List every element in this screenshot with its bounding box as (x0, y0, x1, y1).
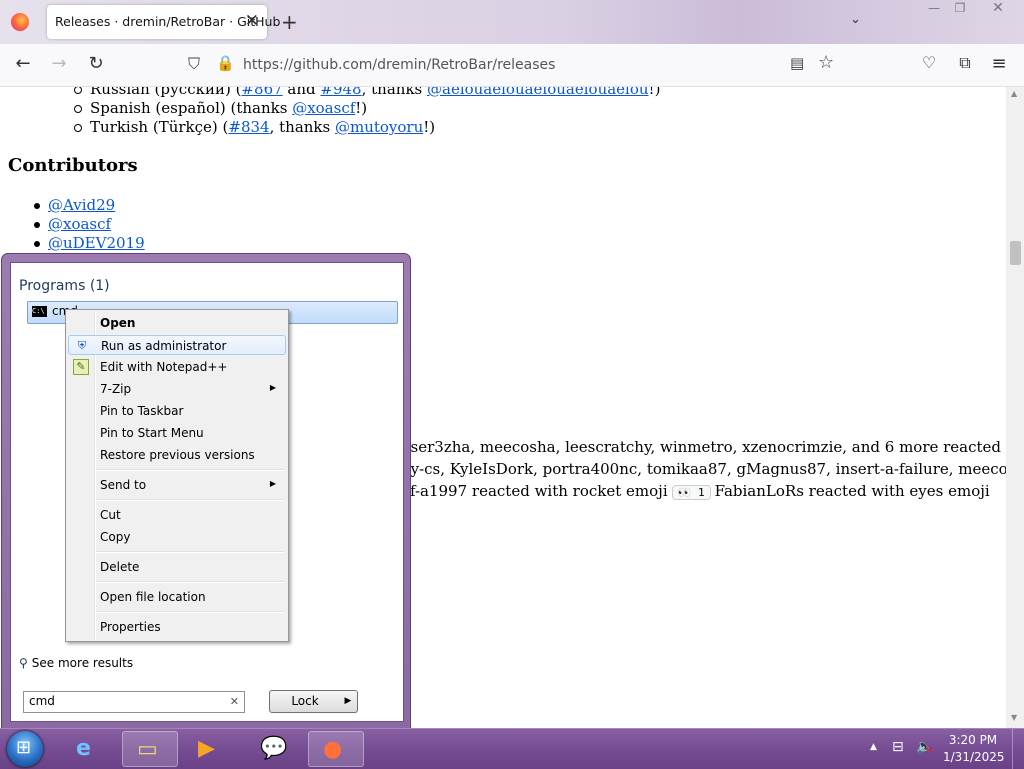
internet-explorer-icon: e (76, 736, 91, 761)
tracking-protection-shield-icon[interactable]: ⛉ (188, 54, 200, 74)
reaction-text-rocket-eyes: af-a1997 reacted with rocket emoji 👀 1 Fab… (401, 482, 990, 500)
translation-spanish: Spanish (español) (thanks @xoascf!) (74, 99, 367, 117)
translation-russian: Russian (русский) (#867 and #948, thanks… (74, 87, 660, 98)
media-player-icon: ▶ (198, 736, 215, 761)
show-desktop-button[interactable] (1012, 729, 1024, 769)
menu-item-run-as-administrator[interactable]: ⛨ Run as administrator (68, 335, 286, 355)
new-tab-button[interactable]: + (281, 10, 298, 34)
taskbar-media-player[interactable]: ▶ (184, 731, 240, 767)
context-menu: Open ⛨ Run as administrator ✎ Edit with … (65, 309, 289, 642)
contributor-item: @Avid29 (34, 196, 115, 214)
address-bar[interactable]: ⛉ 🔒 https://github.com/dremin/RetroBar/r… (178, 50, 846, 80)
reload-icon[interactable]: ↻ (85, 53, 107, 74)
notepad-plus-plus-icon: ✎ (73, 359, 89, 375)
taskbar-firefox[interactable]: ● (308, 731, 364, 767)
link-xoascf[interactable]: @xoascf (292, 99, 355, 117)
back-arrow-icon[interactable]: ← (12, 53, 34, 74)
list-all-tabs-button[interactable]: ⌄ (850, 12, 861, 27)
scroll-thumb[interactable] (1010, 241, 1021, 265)
clock-date[interactable]: 1/31/2025 (943, 750, 1005, 764)
menu-separator (96, 551, 284, 553)
menu-separator (96, 611, 284, 613)
tab-bar: Releases · dremin/RetroBar · GitHub ✕ + … (0, 0, 1024, 44)
link-867[interactable]: #867 (241, 87, 282, 98)
page-scrollbar[interactable]: ▲ ▼ (1006, 87, 1024, 728)
taskbar-windows-explorer[interactable]: ▭ (122, 731, 178, 767)
close-window-button[interactable]: ✕ (976, 0, 1020, 18)
menu-item-open[interactable]: Open (68, 313, 286, 333)
link-834[interactable]: #834 (228, 118, 269, 136)
taskbar-chat-app[interactable]: 💬 (246, 731, 302, 767)
submenu-arrow-icon: ▶ (269, 383, 276, 392)
folder-icon: ▭ (137, 737, 158, 762)
tab-close-icon[interactable]: ✕ (245, 11, 259, 31)
reaction-text-hooray: lly-cs, KyleIsDork, portra400nc, tomikaa… (401, 460, 1006, 478)
menu-item-delete[interactable]: Delete (68, 557, 286, 577)
hamburger-menu-icon[interactable]: ≡ (988, 53, 1010, 74)
active-tab[interactable]: Releases · dremin/RetroBar · GitHub ✕ (47, 5, 280, 39)
uac-shield-icon: ⛨ (77, 339, 87, 352)
clear-search-icon[interactable]: ✕ (230, 695, 239, 708)
navigation-toolbar: ← → ↻ ⛉ 🔒 https://github.com/dremin/Retr… (0, 44, 1024, 87)
extensions-icon[interactable]: ⧉ (954, 53, 976, 73)
link-948[interactable]: #948 (320, 87, 361, 98)
menu-separator (96, 469, 284, 471)
start-search-input[interactable]: cmd ✕ (23, 691, 245, 713)
taskbar: ⊞ e ▭ ▶ 💬 ● ▲ ⊟ 🔈 ✕ 3:20 PM 1/31/2025 (0, 728, 1024, 769)
contributor-link[interactable]: @xoascf (48, 215, 111, 233)
menu-item-pin-to-start-menu[interactable]: Pin to Start Menu (68, 423, 286, 443)
menu-separator (96, 581, 284, 583)
pocket-icon[interactable]: ♡ (918, 53, 940, 72)
see-more-results-link[interactable]: ⚲ See more results (19, 656, 133, 670)
submenu-arrow-icon: ▶ (269, 479, 276, 488)
contributor-link[interactable]: @Avid29 (48, 196, 115, 214)
clock-time[interactable]: 3:20 PM (943, 733, 1003, 747)
eyes-reaction-badge[interactable]: 👀 1 (671, 485, 711, 500)
menu-item-properties[interactable]: Properties (68, 617, 286, 637)
menu-separator (96, 499, 284, 501)
scroll-down-arrow-icon[interactable]: ▼ (1011, 713, 1017, 722)
windows-logo-icon: ⊞ (16, 737, 32, 758)
speech-bubble-icon: 💬 (260, 736, 288, 761)
lock-button[interactable]: Lock (269, 690, 341, 713)
search-value: cmd (29, 694, 55, 708)
firefox-logo-icon[interactable] (11, 13, 29, 31)
maximize-button[interactable]: ❐ (946, 0, 974, 18)
magnifier-icon: ⚲ (19, 656, 28, 670)
menu-item-pin-to-taskbar[interactable]: Pin to Taskbar (68, 401, 286, 421)
contributor-item: @xoascf (34, 215, 111, 233)
bookmark-star-icon[interactable]: ☆ (818, 52, 834, 73)
contributor-link[interactable]: @uDEV2019 (48, 234, 145, 252)
menu-item-open-file-location[interactable]: Open file location (68, 587, 286, 607)
menu-item-copy[interactable]: Copy (68, 527, 286, 547)
lock-icon[interactable]: 🔒 (216, 54, 235, 72)
reaction-text-thumbs: , ser3zha, meecosha, leescratchy, winmet… (401, 438, 1006, 456)
programs-group-label: Programs (1) (19, 278, 110, 294)
network-icon[interactable]: ⊟ (892, 739, 904, 755)
menu-item-restore-previous-versions[interactable]: Restore previous versions (68, 445, 286, 465)
url-text[interactable]: https://github.com/dremin/RetroBar/relea… (243, 57, 555, 73)
reader-view-icon[interactable]: ▤ (790, 54, 804, 72)
muted-x-icon: ✕ (925, 746, 933, 756)
firefox-icon: ● (323, 737, 343, 762)
scroll-up-arrow-icon[interactable]: ▲ (1011, 89, 1017, 98)
taskbar-internet-explorer[interactable]: e (62, 731, 118, 767)
command-prompt-icon: C:\ (32, 306, 47, 317)
show-hidden-icons-arrow-icon[interactable]: ▲ (870, 742, 877, 752)
minimize-button[interactable]: — (920, 0, 948, 18)
translation-turkish: Turkish (Türkçe) (#834, thanks @mutoyoru… (74, 118, 435, 136)
contributor-item: @uDEV2019 (34, 234, 145, 252)
menu-item-edit-with-notepad[interactable]: ✎ Edit with Notepad++ (68, 357, 286, 377)
power-options-arrow-icon[interactable]: ▶ (339, 690, 358, 713)
start-button[interactable]: ⊞ (7, 731, 43, 767)
forward-arrow-icon[interactable]: → (48, 53, 70, 74)
contributors-heading: Contributors (8, 155, 138, 176)
menu-item-cut[interactable]: Cut (68, 505, 286, 525)
menu-item-send-to[interactable]: Send to ▶ (68, 475, 286, 495)
menu-item-7zip[interactable]: 7-Zip ▶ (68, 379, 286, 399)
link-mutoyoru[interactable]: @mutoyoru (335, 118, 423, 136)
link-aelou[interactable]: @aelouaelouaelouaelouaelou (427, 87, 649, 98)
